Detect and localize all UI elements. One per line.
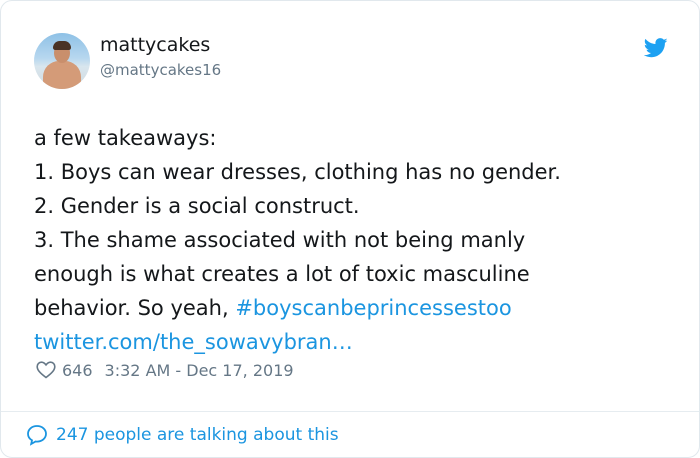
conversation-text: 247 people are talking about this (56, 425, 339, 445)
tweet-line-text: behavior. So yeah, (34, 296, 236, 320)
like-count[interactable]: 646 (62, 361, 93, 380)
tweet-line: 1. Boys can wear dresses, clothing has n… (34, 160, 561, 184)
tweet-line: 3. The shame associated with not being m… (34, 228, 526, 252)
speech-bubble-icon (27, 425, 47, 446)
author-handle[interactable]: @mattycakes16 (100, 61, 221, 79)
tweet-line: 2. Gender is a social construct. (34, 194, 360, 218)
heart-icon[interactable] (36, 361, 56, 379)
tweet-line: behavior. So yeah, #boyscanbeprincessest… (34, 291, 674, 325)
tweet-line: enough is what creates a lot of toxic ma… (34, 262, 530, 286)
tweet-meta: 646 3:32 AM - Dec 17, 2019 (36, 358, 294, 382)
tweet-line: a few takeaways: (34, 126, 217, 150)
conversation-link[interactable]: 247 people are talking about this (26, 422, 339, 448)
avatar[interactable] (34, 33, 90, 89)
twitter-bird-icon[interactable] (644, 38, 668, 58)
divider (1, 411, 699, 412)
tweet-url-link[interactable]: twitter.com/the_sowavybran… (34, 325, 674, 359)
tweet-card: mattycakes @mattycakes16 a few takeaways… (0, 0, 700, 458)
author-name[interactable]: mattycakes (100, 34, 210, 56)
tweet-text: a few takeaways: 1. Boys can wear dresse… (34, 121, 674, 359)
hashtag-link[interactable]: #boyscanbeprincessestoo (235, 296, 511, 320)
timestamp[interactable]: 3:32 AM - Dec 17, 2019 (105, 361, 294, 380)
